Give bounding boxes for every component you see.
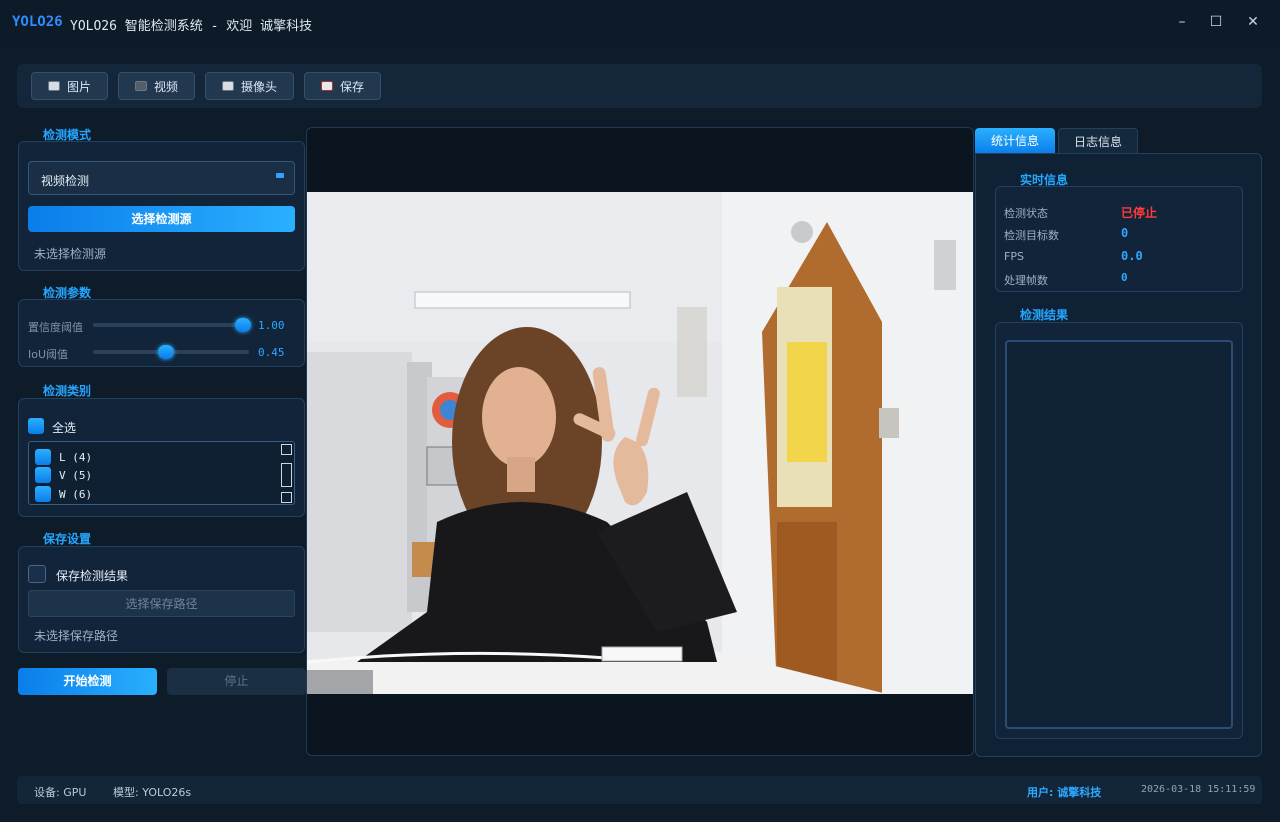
class-label: L (4) <box>59 450 93 464</box>
window-title: YOLO26 智能检测系统 - 欢迎 诚擎科技 <box>70 19 313 34</box>
scrollbar-thumb[interactable] <box>281 463 292 487</box>
frames-label: 处理帧数 <box>1004 274 1048 287</box>
class-checkbox[interactable] <box>35 486 51 502</box>
list-item[interactable]: L (4) <box>35 449 92 465</box>
status-label: 检测状态 <box>1004 207 1048 220</box>
choose-path-button[interactable]: 选择保存路径 <box>28 590 295 617</box>
class-list[interactable]: L (4) V (5) W (6) <box>28 441 295 505</box>
floppy-icon <box>320 81 333 91</box>
frames-value: 0 <box>1121 271 1128 284</box>
select-all-label: 全选 <box>52 421 77 435</box>
class-label: W (6) <box>59 487 93 501</box>
start-detection-button[interactable]: 开始检测 <box>18 668 157 695</box>
maximize-button[interactable]: ☐ <box>1206 12 1226 32</box>
chevron-down-icon <box>276 173 284 178</box>
app-logo: YOLO26 <box>12 14 63 30</box>
count-label: 检测目标数 <box>1004 229 1059 242</box>
list-item[interactable]: V (5) <box>35 467 92 483</box>
source-status: 未选择检测源 <box>34 247 107 261</box>
results-title: 检测结果 <box>1020 308 1069 322</box>
scroll-up-arrow[interactable] <box>281 444 292 455</box>
camera-button[interactable]: 摄像头 <box>205 72 294 100</box>
class-checkbox[interactable] <box>35 449 51 465</box>
video-display <box>306 127 974 756</box>
results-list[interactable] <box>1005 340 1233 729</box>
tab-stats[interactable]: 统计信息 <box>975 128 1055 154</box>
list-item[interactable]: W (6) <box>35 486 92 502</box>
minimize-button[interactable]: – <box>1172 12 1192 32</box>
path-status: 未选择保存路径 <box>34 629 119 643</box>
save-results-label: 保存检测结果 <box>56 569 129 583</box>
class-checkbox[interactable] <box>35 467 51 483</box>
save-section-title: 保存设置 <box>43 532 92 546</box>
toolbar <box>17 64 1262 108</box>
class-label: V (5) <box>59 468 93 482</box>
camera-button-label: 摄像头 <box>240 79 277 94</box>
conf-label: 置信度阈值 <box>28 321 83 334</box>
mode-select[interactable]: 视频检测 <box>28 161 295 195</box>
count-value: 0 <box>1121 226 1129 240</box>
camera-scene-image <box>307 192 973 694</box>
status-value: 已停止 <box>1121 206 1158 220</box>
camera-icon <box>47 81 60 91</box>
save-button-label: 保存 <box>339 79 364 94</box>
class-section-title: 检测类别 <box>43 384 92 398</box>
iou-slider-handle[interactable] <box>158 345 174 359</box>
fps-value: 0.0 <box>1121 249 1143 263</box>
video-button[interactable]: 视频 <box>118 72 195 100</box>
webcam-icon <box>221 81 234 91</box>
save-button[interactable]: 保存 <box>304 72 381 100</box>
user-status: 用户: 诚擎科技 <box>1027 786 1102 799</box>
video-icon <box>134 81 147 91</box>
select-source-button[interactable]: 选择检测源 <box>28 206 295 232</box>
conf-value: 1.00 <box>258 319 285 332</box>
video-frame <box>307 192 973 694</box>
conf-slider-track[interactable] <box>93 323 249 327</box>
stop-button[interactable]: 停止 <box>167 668 306 695</box>
iou-label: IoU阈值 <box>28 348 69 361</box>
clock: 2026-03-18 15:11:59 <box>1141 784 1256 795</box>
iou-value: 0.45 <box>258 346 285 359</box>
scroll-down-arrow[interactable] <box>281 492 292 503</box>
close-button[interactable]: ✕ <box>1243 12 1263 32</box>
model-status: 模型: YOLO26s <box>113 786 192 799</box>
save-results-checkbox[interactable] <box>28 565 46 583</box>
image-button-label: 图片 <box>66 79 91 94</box>
image-button[interactable]: 图片 <box>31 72 108 100</box>
video-button-label: 视频 <box>153 79 178 94</box>
conf-slider-handle[interactable] <box>235 318 251 332</box>
device-status: 设备: GPU <box>34 786 87 799</box>
select-all-checkbox[interactable] <box>28 418 44 434</box>
fps-label: FPS <box>1004 250 1024 263</box>
tab-logs[interactable]: 日志信息 <box>1058 128 1138 154</box>
